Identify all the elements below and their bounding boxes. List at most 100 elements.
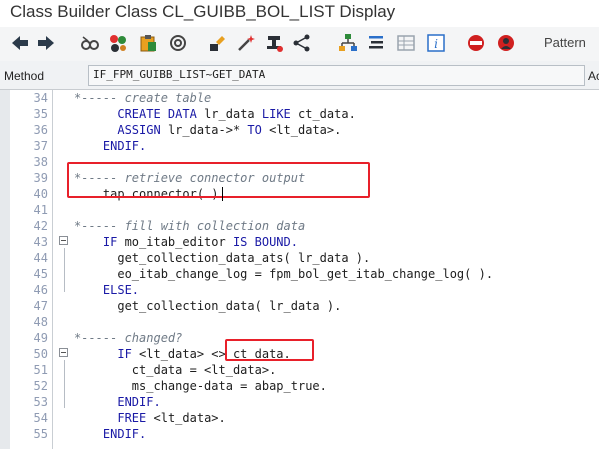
code-token: lr_data [196,107,262,121]
code-line[interactable]: 53 ENDIF. [0,394,599,410]
keyword-token: IF [117,347,132,361]
line-number: 44 [33,251,48,265]
keyword-token: ASSIGN [117,123,161,137]
pattern-button[interactable]: Pattern [544,35,586,50]
keyword-token: ENDIF. [102,427,147,441]
code-text: get_collection_data_ats( lr_data ). [74,250,370,266]
code-editor[interactable]: 34 *----- create table 35 CREATE DATA lr_d… [0,90,599,449]
keyword-token: ENDIF. [102,139,147,153]
title-bar: Class Builder Class CL_GUIBB_BOL_LIST Di… [0,0,599,27]
code-token: ct_data. [290,107,356,121]
line-number: 49 [33,331,48,345]
code-token: ms_change-data = abap_true. [131,379,327,393]
code-text: eo_itab_change_log = fpm_bol_get_itab_ch… [74,266,493,282]
code-line[interactable]: 43 IF mo_itab_editor IS BOUND. [0,234,599,250]
code-line[interactable]: 36 ASSIGN lr_data->* TO <lt_data>. [0,122,599,138]
code-text: IF mo_itab_editor IS BOUND. [74,234,298,250]
code-text: FREE <lt_data>. [74,410,226,426]
code-token: eo_itab_change_log = fpm_bol_get_itab_ch… [117,267,494,281]
line-number: 34 [33,91,48,105]
code-text: ELSE. [74,282,139,298]
line-number: 48 [33,315,48,329]
graph-icon[interactable] [292,33,312,53]
code-text: *----- changed? [74,330,182,346]
tree-icon[interactable] [338,33,358,53]
code-line[interactable]: 45 eo_itab_change_log = fpm_bol_get_itab… [0,266,599,282]
fold-toggle-43[interactable] [59,236,68,245]
code-text: ENDIF. [74,426,146,442]
method-field[interactable]: IF_FPM_GUIBB_LIST~GET_DATA [88,65,585,86]
code-text: ct_data = <lt_data>. [74,362,277,378]
code-text: ENDIF. [74,138,146,154]
code-line[interactable]: 51 ct_data = <lt_data>. [0,362,599,378]
code-line[interactable]: 35 CREATE DATA lr_data LIKE ct_data. [0,106,599,122]
glasses-icon[interactable] [80,33,100,53]
keyword-token: ENDIF. [117,395,161,409]
toolbar: i [0,27,599,61]
line-number: 39 [33,171,48,185]
code-line[interactable]: 48 [0,314,599,330]
keyword-token: TO [247,123,262,137]
line-number: 55 [33,427,48,441]
line-number: 54 [33,411,48,425]
hierarchy-up-icon[interactable] [208,33,228,53]
code-line[interactable]: 47 get_collection_data( lr_data ). [0,298,599,314]
code-text: *----- create table [74,90,211,106]
code-text: CREATE DATA lr_data LIKE ct_data. [74,106,356,122]
back-arrow-icon[interactable] [10,33,30,53]
line-number: 45 [33,267,48,281]
window-title: Class Builder Class CL_GUIBB_BOL_LIST Di… [10,2,396,21]
keyword-token: ELSE. [102,283,140,297]
highlight-box-connector [67,162,370,198]
line-number: 47 [33,299,48,313]
fold-guide-43 [64,248,65,292]
list-icon[interactable] [366,33,386,53]
code-line[interactable]: 46 ELSE. [0,282,599,298]
user-bug-icon[interactable] [496,33,516,53]
code-line[interactable]: 34 *----- create table [0,90,599,106]
line-number: 40 [33,187,48,201]
code-line[interactable]: 44 get_collection_data_ats( lr_data ). [0,250,599,266]
line-number: 51 [33,363,48,377]
line-number: 43 [33,235,48,249]
code-token: <lt_data>. [261,123,342,137]
highlight-box-ct-data [225,339,314,361]
objects-icon[interactable] [108,33,128,53]
code-line[interactable]: 55 ENDIF. [0,426,599,442]
line-number: 46 [33,283,48,297]
code-token: <lt_data>. [146,411,226,425]
wheel-icon[interactable] [168,33,188,53]
stamp-icon[interactable] [264,33,284,53]
code-text: get_collection_data( lr_data ). [74,298,341,314]
code-text: ASSIGN lr_data->* TO <lt_data>. [74,122,341,138]
code-token: get_collection_data_ats( lr_data ). [117,251,371,265]
code-text: *----- fill with collection data [74,218,305,234]
code-token: mo_itab_editor [117,235,233,249]
svg-text:i: i [434,37,438,51]
code-line[interactable]: 37 ENDIF. [0,138,599,154]
magic-wand-icon[interactable] [236,33,256,53]
code-line[interactable]: 52 ms_change-data = abap_true. [0,378,599,394]
method-value: IF_FPM_GUIBB_LIST~GET_DATA [93,68,266,81]
comment-token: *----- changed? [74,331,183,345]
table-icon[interactable] [396,33,416,53]
code-line[interactable]: 42 *----- fill with collection data [0,218,599,234]
method-trailing-label: Ac [588,69,599,83]
line-number: 38 [33,155,48,169]
info-icon[interactable]: i [426,33,446,53]
code-line[interactable]: 41 [0,202,599,218]
line-number: 52 [33,379,48,393]
line-number: 50 [33,347,48,361]
clipboard-icon[interactable] [138,33,158,53]
fold-toggle-50[interactable] [59,348,68,357]
stop-bug-icon[interactable] [466,33,486,53]
code-line[interactable]: 54 FREE <lt_data>. [0,410,599,426]
forward-arrow-icon[interactable] [36,33,56,53]
line-number: 36 [33,123,48,137]
